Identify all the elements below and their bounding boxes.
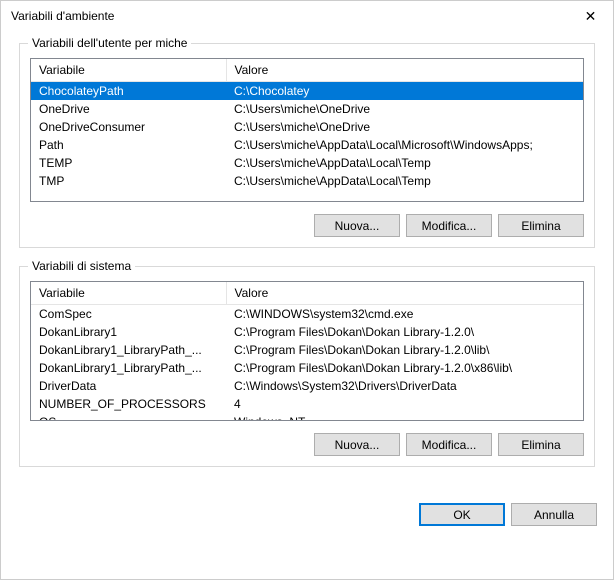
cell-value: C:\Windows\System32\Drivers\DriverData — [226, 377, 583, 395]
user-delete-button[interactable]: Elimina — [498, 214, 584, 237]
system-group-label: Variabili di sistema — [28, 259, 135, 273]
cancel-button[interactable]: Annulla — [511, 503, 597, 526]
cell-variable: ComSpec — [31, 305, 226, 324]
system-edit-button[interactable]: Modifica... — [406, 433, 492, 456]
table-row[interactable]: DokanLibrary1_LibraryPath_...C:\Program … — [31, 341, 583, 359]
column-header-variable[interactable]: Variabile — [31, 59, 226, 82]
column-header-value[interactable]: Valore — [226, 59, 583, 82]
window-title: Variabili d'ambiente — [11, 9, 568, 23]
cell-variable: ChocolateyPath — [31, 82, 226, 101]
system-buttons-row: Nuova... Modifica... Elimina — [30, 433, 584, 456]
cell-variable: Path — [31, 136, 226, 154]
dialog-buttons: OK Annulla — [1, 495, 613, 538]
table-row[interactable]: OneDriveConsumerC:\Users\miche\OneDrive — [31, 118, 583, 136]
cell-variable: DokanLibrary1 — [31, 323, 226, 341]
table-row[interactable]: NUMBER_OF_PROCESSORS4 — [31, 395, 583, 413]
user-variables-group: Variabili dell'utente per miche Variabil… — [19, 43, 595, 248]
cell-value: C:\Program Files\Dokan\Dokan Library-1.2… — [226, 341, 583, 359]
system-delete-button[interactable]: Elimina — [498, 433, 584, 456]
cell-value: 4 — [226, 395, 583, 413]
close-icon: ✕ — [585, 8, 597, 25]
table-row[interactable]: DriverDataC:\Windows\System32\Drivers\Dr… — [31, 377, 583, 395]
cell-value: C:\Users\miche\OneDrive — [226, 118, 583, 136]
system-variables-table: Variabile Valore ComSpecC:\WINDOWS\syste… — [31, 282, 583, 421]
cell-value: C:\Chocolatey — [226, 82, 583, 101]
user-group-label: Variabili dell'utente per miche — [28, 36, 191, 50]
cell-variable: TMP — [31, 172, 226, 190]
cell-value: Windows_NT — [226, 413, 583, 421]
cell-variable: DriverData — [31, 377, 226, 395]
table-row[interactable]: DokanLibrary1_LibraryPath_...C:\Program … — [31, 359, 583, 377]
table-row[interactable]: TMPC:\Users\miche\AppData\Local\Temp — [31, 172, 583, 190]
cell-variable: DokanLibrary1_LibraryPath_... — [31, 359, 226, 377]
ok-button[interactable]: OK — [419, 503, 505, 526]
dialog-content: Variabili dell'utente per miche Variabil… — [1, 31, 613, 495]
cell-value: C:\Program Files\Dokan\Dokan Library-1.2… — [226, 323, 583, 341]
system-variables-group: Variabili di sistema Variabile Valore Co… — [19, 266, 595, 467]
cell-variable: DokanLibrary1_LibraryPath_... — [31, 341, 226, 359]
cell-value: C:\Users\miche\OneDrive — [226, 100, 583, 118]
system-variables-table-wrap[interactable]: Variabile Valore ComSpecC:\WINDOWS\syste… — [30, 281, 584, 421]
titlebar: Variabili d'ambiente ✕ — [1, 1, 613, 31]
cell-value: C:\WINDOWS\system32\cmd.exe — [226, 305, 583, 324]
user-new-button[interactable]: Nuova... — [314, 214, 400, 237]
cell-variable: OneDriveConsumer — [31, 118, 226, 136]
cell-variable: OS — [31, 413, 226, 421]
column-header-value[interactable]: Valore — [226, 282, 583, 305]
table-row[interactable]: ChocolateyPathC:\Chocolatey — [31, 82, 583, 101]
cell-value: C:\Program Files\Dokan\Dokan Library-1.2… — [226, 359, 583, 377]
cell-variable: NUMBER_OF_PROCESSORS — [31, 395, 226, 413]
cell-variable: OneDrive — [31, 100, 226, 118]
cell-value: C:\Users\miche\AppData\Local\Microsoft\W… — [226, 136, 583, 154]
table-row[interactable]: TEMPC:\Users\miche\AppData\Local\Temp — [31, 154, 583, 172]
cell-variable: TEMP — [31, 154, 226, 172]
user-edit-button[interactable]: Modifica... — [406, 214, 492, 237]
table-header-row: Variabile Valore — [31, 282, 583, 305]
cell-value: C:\Users\miche\AppData\Local\Temp — [226, 172, 583, 190]
table-row[interactable]: ComSpecC:\WINDOWS\system32\cmd.exe — [31, 305, 583, 324]
table-row[interactable]: OneDriveC:\Users\miche\OneDrive — [31, 100, 583, 118]
user-variables-table-wrap[interactable]: Variabile Valore ChocolateyPathC:\Chocol… — [30, 58, 584, 202]
cell-value: C:\Users\miche\AppData\Local\Temp — [226, 154, 583, 172]
close-button[interactable]: ✕ — [568, 1, 613, 31]
system-new-button[interactable]: Nuova... — [314, 433, 400, 456]
user-variables-table: Variabile Valore ChocolateyPathC:\Chocol… — [31, 59, 583, 190]
user-buttons-row: Nuova... Modifica... Elimina — [30, 214, 584, 237]
table-row[interactable]: OSWindows_NT — [31, 413, 583, 421]
table-header-row: Variabile Valore — [31, 59, 583, 82]
table-row[interactable]: PathC:\Users\miche\AppData\Local\Microso… — [31, 136, 583, 154]
table-row[interactable]: DokanLibrary1C:\Program Files\Dokan\Doka… — [31, 323, 583, 341]
column-header-variable[interactable]: Variabile — [31, 282, 226, 305]
